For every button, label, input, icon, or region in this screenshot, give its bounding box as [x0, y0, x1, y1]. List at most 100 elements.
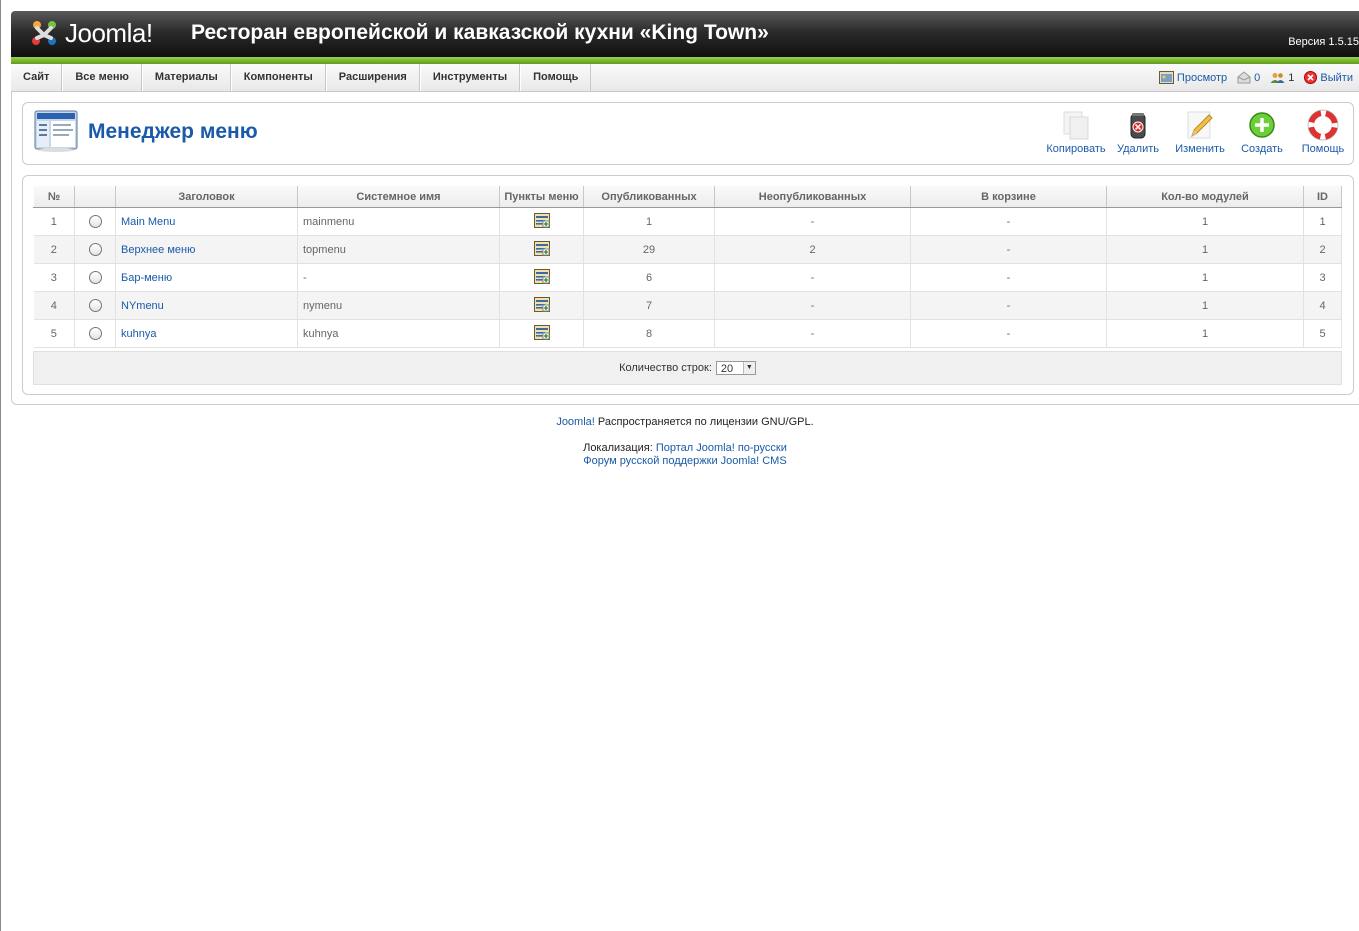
row-trash: - [910, 207, 1107, 236]
forum-link[interactable]: Форум русской поддержки Joomla! CMS [583, 455, 786, 467]
row-title-link[interactable]: NYmenu [121, 300, 164, 312]
row-unpublished: - [714, 207, 911, 236]
menu-items-icon[interactable] [533, 296, 550, 315]
row-select-cell [74, 263, 116, 292]
joomla-logo-icon [32, 21, 56, 45]
table-row: 5 kuhnya kuhnya 8- -1 5 [33, 319, 1342, 348]
row-modules: 1 [1106, 235, 1304, 264]
row-number: 2 [33, 235, 75, 264]
preview-label: Просмотр [1176, 71, 1228, 84]
row-title-cell: NYmenu [115, 291, 298, 320]
version-label: Версия 1.5.15 [1288, 36, 1359, 48]
col-trash: В корзине [910, 186, 1107, 208]
window-left-border [0, 0, 1, 931]
edit-label: Изменить [1175, 143, 1225, 155]
menu-item-help[interactable]: Помощь [520, 64, 592, 91]
table-row: 3 Бар-меню -6- -1 3 [33, 263, 1342, 292]
row-menu-items-cell [499, 263, 584, 292]
preview-icon [1158, 71, 1174, 84]
row-menu-items-cell [499, 319, 584, 348]
row-title-link[interactable]: Main Menu [121, 216, 175, 228]
limit-select[interactable]: 20 ▼ [715, 361, 756, 375]
users-icon [1270, 72, 1285, 83]
col-select [74, 186, 116, 208]
row-number: 1 [33, 207, 75, 236]
preview-link[interactable]: Просмотр [1158, 71, 1228, 84]
menu-item-components[interactable]: Компоненты [230, 64, 326, 91]
row-title-cell: kuhnya [115, 319, 298, 348]
new-button[interactable]: Создать [1231, 109, 1293, 155]
delete-button[interactable]: Удалить [1107, 109, 1169, 155]
col-modules: Кол-во модулей [1106, 186, 1304, 208]
row-title-cell: Main Menu [115, 207, 298, 236]
row-published: 6 [583, 263, 715, 292]
edit-button[interactable]: Изменить [1169, 109, 1231, 155]
row-radio[interactable] [88, 215, 102, 228]
row-select-cell [74, 207, 116, 236]
row-radio[interactable] [88, 299, 102, 312]
menu-item-extensions[interactable]: Расширения [325, 64, 420, 91]
menu-items-icon[interactable] [533, 212, 550, 231]
row-menu-items-cell [499, 235, 584, 264]
row-id: 5 [1303, 319, 1342, 348]
main-menu: Сайт Все меню Материалы Компоненты Расши… [11, 64, 592, 91]
row-title-link[interactable]: Бар-меню [121, 272, 172, 284]
menu-item-tools[interactable]: Инструменты [419, 64, 521, 91]
messages-icon [1237, 71, 1251, 84]
joomla-link[interactable]: Joomla! [556, 416, 595, 428]
row-system-name: nymenu [297, 291, 500, 320]
col-title[interactable]: Заголовок [115, 186, 298, 208]
row-trash: - [910, 319, 1107, 348]
messages-count: 0 [1254, 71, 1261, 84]
menu-list-box: № Заголовок Системное имя Пункты меню Оп… [22, 175, 1354, 395]
row-published: 29 [583, 235, 715, 264]
row-select-cell [74, 319, 116, 348]
row-published: 7 [583, 291, 715, 320]
table-row: 1 Main Menu mainmenu 1- -1 1 [33, 207, 1342, 236]
row-radio[interactable] [88, 271, 102, 284]
menu-items-icon[interactable] [533, 268, 550, 287]
col-id[interactable]: ID [1303, 186, 1342, 208]
copy-button[interactable]: Копировать [1045, 109, 1107, 155]
row-system-name: - [297, 263, 500, 292]
row-radio[interactable] [88, 327, 102, 340]
row-title-link[interactable]: Верхнее меню [121, 244, 195, 256]
row-number: 5 [33, 319, 75, 348]
row-modules: 1 [1106, 319, 1304, 348]
row-id: 2 [1303, 235, 1342, 264]
menu-items-icon[interactable] [533, 324, 550, 343]
menu-item-all-menus[interactable]: Все меню [62, 64, 142, 91]
logout-link[interactable]: Выйти [1304, 71, 1353, 84]
row-id: 4 [1303, 291, 1342, 320]
col-unpublished: Неопубликованных [714, 186, 911, 208]
row-unpublished: - [714, 263, 911, 292]
row-modules: 1 [1106, 263, 1304, 292]
row-id: 1 [1303, 207, 1342, 236]
new-label: Создать [1241, 143, 1283, 155]
users-online[interactable]: 1 [1270, 72, 1294, 84]
row-title-link[interactable]: kuhnya [121, 328, 156, 340]
row-radio[interactable] [88, 243, 102, 256]
row-number: 3 [33, 263, 75, 292]
row-title-cell: Верхнее меню [115, 235, 298, 264]
limit-value: 20 [720, 363, 734, 375]
list-footer: Количество строк: 20 ▼ [33, 351, 1342, 385]
copy-label: Копировать [1046, 143, 1106, 155]
help-button[interactable]: Помощь [1293, 109, 1353, 155]
menu-item-content[interactable]: Материалы [141, 64, 231, 91]
table-header-row: № Заголовок Системное имя Пункты меню Оп… [33, 186, 1342, 208]
menu-items-icon[interactable] [533, 240, 550, 259]
messages-link[interactable]: 0 [1237, 71, 1260, 84]
logout-label: Выйти [1320, 71, 1353, 84]
add-icon [1249, 112, 1275, 138]
row-id: 3 [1303, 263, 1342, 292]
row-unpublished: - [714, 319, 911, 348]
header-green-stripe [11, 57, 1359, 64]
menu-item-site[interactable]: Сайт [11, 64, 63, 91]
row-unpublished: 2 [714, 235, 911, 264]
license-text: Распространяется по лицензии GNU/GPL. [594, 416, 814, 428]
portal-link[interactable]: Портал Joomla! по-русски [656, 442, 787, 454]
delete-label: Удалить [1117, 143, 1159, 155]
col-published: Опубликованных [583, 186, 715, 208]
row-menu-items-cell [499, 291, 584, 320]
